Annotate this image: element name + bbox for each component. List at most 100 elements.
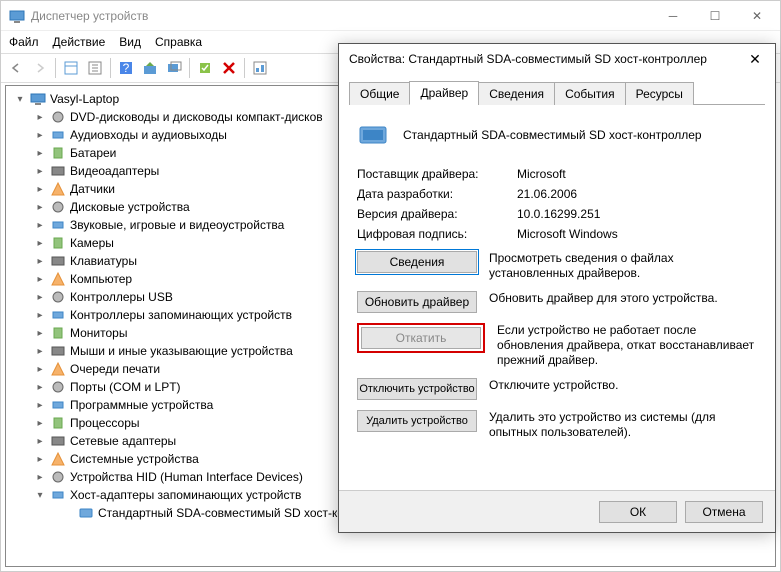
expand-icon[interactable]: ▸: [34, 256, 46, 267]
category-icon: [50, 343, 66, 359]
tree-item-label: Системные устройства: [70, 452, 199, 466]
sign-value: Microsoft Windows: [517, 227, 618, 241]
expand-icon[interactable]: ▾: [34, 490, 46, 501]
uninstall-device-desc: Удалить это устройство из системы (для о…: [489, 410, 757, 440]
driver-details-button[interactable]: Сведения: [357, 251, 477, 273]
dialog-body: Стандартный SDA-совместимый SD хост-конт…: [339, 105, 775, 454]
category-icon: [50, 127, 66, 143]
sign-label: Цифровая подпись:: [357, 227, 517, 241]
tab-driver[interactable]: Драйвер: [409, 81, 479, 105]
tree-item-label: Хост-адаптеры запоминающих устройств: [70, 488, 301, 502]
category-icon: [50, 469, 66, 485]
expand-icon[interactable]: ▸: [34, 418, 46, 429]
uninstall-device-button[interactable]: Удалить устройство: [357, 410, 477, 432]
computer-icon: [30, 91, 46, 107]
tb-icon-5[interactable]: [163, 57, 185, 79]
dialog-close-button[interactable]: ✕: [745, 51, 765, 68]
tree-item-label: Аудиовходы и аудиовыходы: [70, 128, 227, 142]
date-value: 21.06.2006: [517, 187, 577, 201]
tb-icon-2[interactable]: [84, 57, 106, 79]
tb-icon-1[interactable]: [60, 57, 82, 79]
rollback-highlight: Откатить: [357, 323, 485, 353]
tab-resources[interactable]: Ресурсы: [625, 82, 694, 105]
rollback-driver-desc: Если устройство не работает после обновл…: [497, 323, 757, 368]
tb-delete-icon[interactable]: [218, 57, 240, 79]
expand-icon[interactable]: ▸: [34, 472, 46, 483]
category-icon: [50, 307, 66, 323]
forward-button[interactable]: [29, 57, 51, 79]
tb-icon-8[interactable]: [249, 57, 271, 79]
category-icon: [50, 181, 66, 197]
expand-icon[interactable]: ▸: [34, 184, 46, 195]
tree-item-label: Звуковые, игровые и видеоустройства: [70, 218, 284, 232]
expand-icon[interactable]: ▸: [34, 454, 46, 465]
collapse-icon[interactable]: ▾: [14, 94, 26, 105]
dialog-title: Свойства: Стандартный SDA-совместимый SD…: [349, 52, 745, 66]
dialog-titlebar: Свойства: Стандартный SDA-совместимый SD…: [339, 44, 775, 74]
expand-icon[interactable]: ▸: [34, 202, 46, 213]
tree-item-label: Мыши и иные указывающие устройства: [70, 344, 293, 358]
back-button[interactable]: [5, 57, 27, 79]
update-driver-desc: Обновить драйвер для этого устройства.: [489, 291, 757, 306]
tree-item-label: Контроллеры запоминающих устройств: [70, 308, 292, 322]
menu-help[interactable]: Справка: [155, 35, 202, 49]
category-icon: [50, 397, 66, 413]
expand-icon[interactable]: ▸: [34, 130, 46, 141]
category-icon: [50, 361, 66, 377]
menu-file[interactable]: Файл: [9, 35, 39, 49]
driver-details-desc: Просмотреть сведения о файлах установлен…: [489, 251, 757, 281]
tree-item-label: Сетевые адаптеры: [70, 434, 176, 448]
expand-icon[interactable]: ▸: [34, 148, 46, 159]
tb-icon-6[interactable]: [194, 57, 216, 79]
menu-action[interactable]: Действие: [53, 35, 106, 49]
expand-icon[interactable]: ▸: [34, 112, 46, 123]
close-button[interactable]: ✕: [742, 9, 772, 23]
expand-icon[interactable]: ▸: [34, 310, 46, 321]
expand-icon[interactable]: ▸: [34, 274, 46, 285]
ok-button[interactable]: ОК: [599, 501, 677, 523]
tree-item-label: Клавиатуры: [70, 254, 137, 268]
tab-details[interactable]: Сведения: [478, 82, 555, 105]
category-icon: [50, 253, 66, 269]
cancel-button[interactable]: Отмена: [685, 501, 763, 523]
tree-item-label: Камеры: [70, 236, 114, 250]
maximize-button[interactable]: ☐: [700, 9, 730, 23]
expand-icon[interactable]: ▸: [34, 346, 46, 357]
category-icon: [50, 415, 66, 431]
disable-device-button[interactable]: Отключить устройство: [357, 378, 477, 400]
expand-icon[interactable]: ▸: [34, 328, 46, 339]
tree-root-label: Vasyl-Laptop: [50, 92, 119, 106]
tree-item-label: Очереди печати: [70, 362, 160, 376]
tab-general[interactable]: Общие: [349, 82, 410, 105]
expand-icon[interactable]: ▸: [34, 220, 46, 231]
rollback-driver-button[interactable]: Откатить: [361, 327, 481, 349]
disable-device-desc: Отключите устройство.: [489, 378, 757, 393]
update-driver-button[interactable]: Обновить драйвер: [357, 291, 477, 313]
expand-icon[interactable]: ▸: [34, 238, 46, 249]
tb-icon-4[interactable]: [139, 57, 161, 79]
category-icon: [50, 235, 66, 251]
tree-item-label: Устройства HID (Human Interface Devices): [70, 470, 303, 484]
provider-value: Microsoft: [517, 167, 566, 181]
expand-icon[interactable]: ▸: [34, 364, 46, 375]
tree-item-label: Батареи: [70, 146, 116, 160]
expand-icon[interactable]: ▸: [34, 400, 46, 411]
version-label: Версия драйвера:: [357, 207, 517, 221]
tree-item-label: Контроллеры USB: [70, 290, 173, 304]
menu-view[interactable]: Вид: [119, 35, 141, 49]
properties-dialog: Свойства: Стандартный SDA-совместимый SD…: [338, 43, 776, 533]
expand-icon[interactable]: ▸: [34, 436, 46, 447]
tree-item-label: Программные устройства: [70, 398, 213, 412]
device-large-icon: [357, 119, 389, 151]
expand-icon[interactable]: ▸: [34, 292, 46, 303]
help-icon[interactable]: ?: [115, 57, 137, 79]
tab-events[interactable]: События: [554, 82, 626, 105]
expand-icon[interactable]: ▸: [34, 166, 46, 177]
dialog-footer: ОК Отмена: [339, 490, 775, 532]
minimize-button[interactable]: ─: [658, 9, 688, 23]
tree-item-label: Видеоадаптеры: [70, 164, 159, 178]
expand-icon[interactable]: ▸: [34, 382, 46, 393]
provider-label: Поставщик драйвера:: [357, 167, 517, 181]
category-icon: [50, 163, 66, 179]
category-icon: [50, 271, 66, 287]
